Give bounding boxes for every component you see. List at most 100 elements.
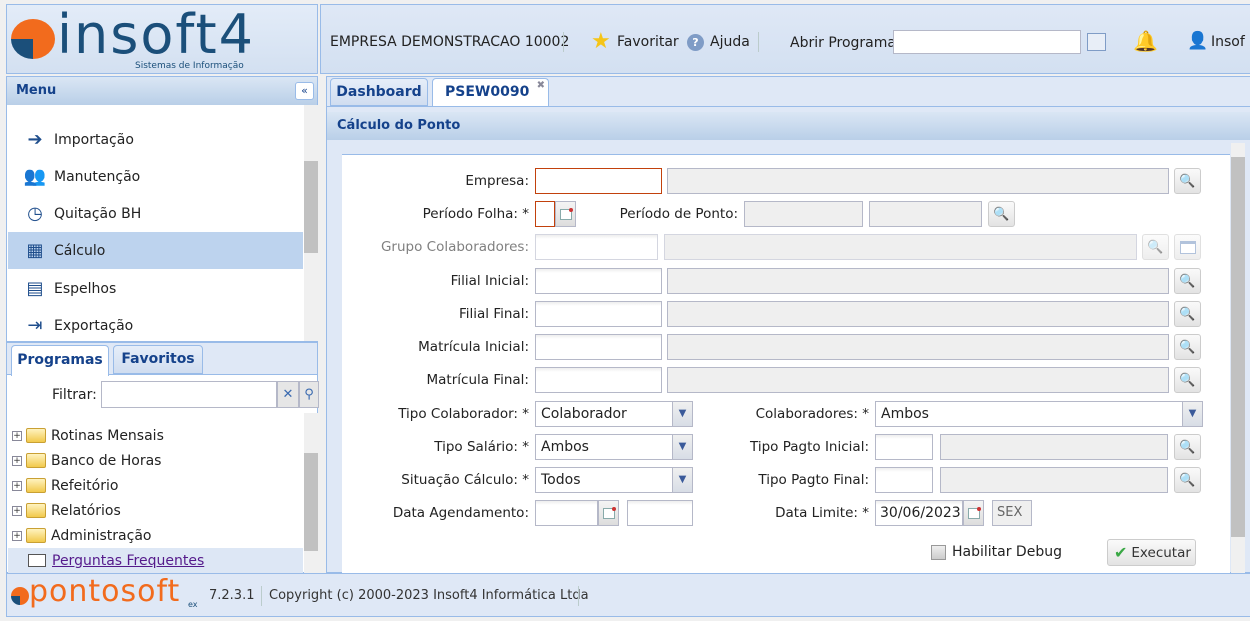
menu-item-exportacao[interactable]: ⇥Exportação: [8, 307, 303, 344]
data-agendamento-calendar-button[interactable]: [598, 500, 619, 526]
matricula-final-input[interactable]: [535, 367, 662, 393]
tree-item-perguntas-frequentes[interactable]: Perguntas Frequentes: [8, 548, 303, 573]
tipo-pagto-final-input[interactable]: [875, 467, 933, 493]
filial-final-search-button[interactable]: 🔍: [1174, 301, 1201, 327]
menu-item-quitacao-bh[interactable]: ◷Quitação BH: [8, 195, 303, 232]
empresa-input[interactable]: [535, 168, 662, 194]
empresa-search-button[interactable]: 🔍: [1174, 168, 1201, 194]
star-icon: ★: [591, 29, 611, 54]
tree-item-rotinas-mensais[interactable]: +Rotinas Mensais: [12, 423, 164, 448]
periodo-folha-calendar-button[interactable]: [555, 201, 576, 227]
bell-icon[interactable]: 🔔: [1133, 29, 1158, 53]
tree-item-refeitorio[interactable]: +Refeitório: [12, 473, 118, 498]
tipo-pagto-inicial-label: Tipo Pagto Inicial:: [750, 434, 869, 460]
periodo-ponto-search-button[interactable]: 🔍: [988, 201, 1015, 227]
chevron-down-icon[interactable]: ▼: [1182, 402, 1202, 426]
tab-programas[interactable]: Programas: [11, 345, 109, 376]
periodo-folha-input[interactable]: [535, 201, 555, 227]
favoritar-button[interactable]: Favoritar: [617, 34, 679, 50]
tab-favoritos[interactable]: Favoritos: [113, 345, 203, 374]
pontosoft-logo-icon: [11, 587, 29, 605]
colaboradores-select[interactable]: Ambos▼: [875, 401, 1203, 427]
chevron-down-icon[interactable]: ▼: [672, 468, 692, 492]
habilitar-debug-label: Habilitar Debug: [952, 544, 1062, 560]
data-agendamento-label: Data Agendamento:: [393, 500, 529, 526]
filter-input[interactable]: [101, 381, 277, 408]
chevron-down-icon[interactable]: ▼: [672, 402, 692, 426]
tipo-pagto-inicial-input[interactable]: [875, 434, 933, 460]
menu-header: Menu: [7, 77, 317, 105]
logo-panel: insoft4 Sistemas de Informação: [6, 4, 318, 74]
logo-swirl-icon: [11, 19, 55, 59]
tipo-salario-select[interactable]: Ambos▼: [535, 434, 693, 460]
menu-scrollbar[interactable]: [304, 105, 318, 341]
form-scrollbar[interactable]: [1231, 143, 1245, 573]
abrir-programa-label: Abrir Programa:: [790, 35, 901, 51]
search-program-icon[interactable]: [1087, 33, 1106, 51]
empresa-label: Empresa:: [465, 168, 529, 194]
menu-item-espelhos[interactable]: ▤Espelhos: [8, 270, 303, 307]
tree-item-administracao[interactable]: +Administração: [12, 523, 151, 548]
executar-button[interactable]: ✔Executar: [1107, 539, 1196, 566]
calendar-icon: [603, 508, 615, 519]
menu-item-calculo[interactable]: ▦Cálculo: [8, 232, 303, 269]
expand-icon[interactable]: +: [12, 531, 22, 541]
colaboradores-label: Colaboradores: *: [756, 401, 869, 427]
top-bar: EMPRESA DEMONSTRACAO 10002 ★ Favoritar ?…: [320, 4, 1250, 74]
tab-dashboard[interactable]: Dashboard: [330, 78, 428, 106]
pontosoft-suffix: ex: [188, 600, 198, 609]
clear-filter-button[interactable]: ✕: [277, 381, 299, 408]
tree-item-banco-de-horas[interactable]: +Banco de Horas: [12, 448, 161, 473]
matricula-final-description: [667, 367, 1169, 393]
logo-text: insoft4: [57, 3, 255, 66]
matricula-inicial-input[interactable]: [535, 334, 662, 360]
empresa-description: [667, 168, 1169, 194]
pontosoft-logo: pontosoft: [29, 574, 180, 609]
close-tab-icon[interactable]: ✖: [537, 73, 545, 99]
calculator-icon: ▦: [22, 240, 48, 262]
situacao-calculo-select[interactable]: Todos▼: [535, 467, 693, 493]
periodo-ponto-start: [744, 201, 863, 227]
matricula-final-label: Matrícula Final:: [427, 367, 529, 393]
filter-search-button[interactable]: ⚲: [299, 381, 319, 408]
filial-final-description: [667, 301, 1169, 327]
filial-inicial-search-button[interactable]: 🔍: [1174, 268, 1201, 294]
data-limite-input[interactable]: 30/06/2023: [875, 500, 963, 526]
tree-scrollbar[interactable]: [304, 413, 318, 573]
check-icon: ✔: [1114, 543, 1127, 562]
grupo-window-button: [1174, 234, 1201, 260]
chevron-down-icon[interactable]: ▼: [672, 435, 692, 459]
filial-final-input[interactable]: [535, 301, 662, 327]
filial-final-label: Filial Final:: [459, 301, 529, 327]
habilitar-debug-checkbox[interactable]: [931, 545, 946, 560]
data-limite-calendar-button[interactable]: [963, 500, 984, 526]
periodo-ponto-label: Período de Ponto:: [620, 201, 738, 227]
calendar-icon: [968, 508, 980, 519]
tipo-pagto-inicial-search-button[interactable]: 🔍: [1174, 434, 1201, 460]
expand-icon[interactable]: +: [12, 481, 22, 491]
tree-item-relatorios[interactable]: +Relatórios: [12, 498, 121, 523]
clock-check-icon: ◷: [22, 203, 48, 225]
menu-item-importacao[interactable]: ➔Importação: [8, 121, 303, 158]
tab-psew0090[interactable]: PSEW0090✖: [432, 78, 549, 107]
expand-icon[interactable]: +: [12, 456, 22, 466]
user-name[interactable]: Insof: [1211, 34, 1245, 50]
logo-tagline: Sistemas de Informação: [135, 61, 244, 71]
matricula-inicial-search-button[interactable]: 🔍: [1174, 334, 1201, 360]
expand-icon[interactable]: +: [12, 431, 22, 441]
tipo-pagto-final-search-button[interactable]: 🔍: [1174, 467, 1201, 493]
expand-icon[interactable]: +: [12, 506, 22, 516]
data-agendamento-input[interactable]: [535, 500, 598, 526]
ajuda-button[interactable]: Ajuda: [710, 34, 750, 50]
menu-item-manutencao[interactable]: 👥Manutenção: [8, 158, 303, 195]
tipo-pagto-inicial-description: [940, 434, 1168, 460]
filial-inicial-input[interactable]: [535, 268, 662, 294]
matricula-final-search-button[interactable]: 🔍: [1174, 367, 1201, 393]
filial-inicial-description: [667, 268, 1169, 294]
hora-agendamento-input[interactable]: [627, 500, 693, 526]
abrir-programa-input[interactable]: [893, 30, 1081, 54]
data-limite-label: Data Limite: *: [775, 500, 869, 526]
tipo-colaborador-select[interactable]: Colaborador▼: [535, 401, 693, 427]
tipo-pagto-final-description: [940, 467, 1168, 493]
collapse-menu-button[interactable]: «: [295, 82, 314, 100]
